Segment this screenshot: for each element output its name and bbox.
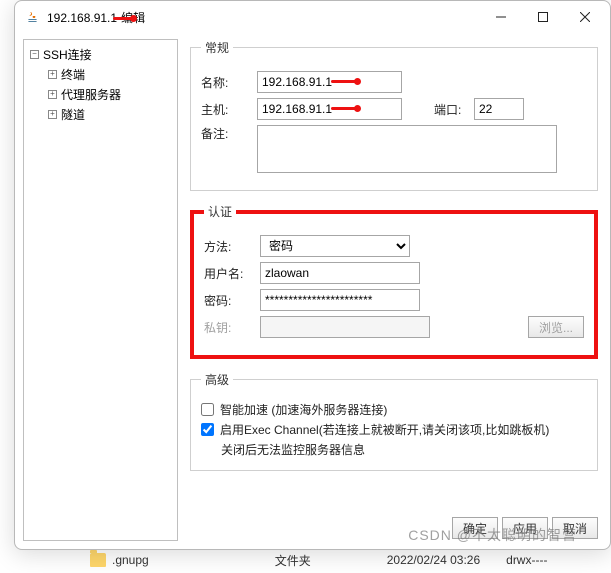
expand-icon[interactable]: + (48, 90, 57, 99)
background-file-row: .gnupg 文件夹 2022/02/24 03:26 drwx---- (0, 547, 611, 573)
advanced-legend: 高级 (201, 371, 233, 388)
titlebar: 192.168.91.1 -编辑 (15, 1, 610, 33)
method-select[interactable]: 密码 (260, 235, 410, 257)
general-group: 常规 名称: 主机: 端口: (190, 39, 598, 191)
username-input[interactable] (260, 262, 420, 284)
tree-root-ssh[interactable]: − SSH连接 (26, 44, 175, 64)
exec-subtext: 关闭后无法监控服务器信息 (221, 441, 587, 458)
maximize-button[interactable] (522, 2, 564, 32)
auth-legend: 认证 (204, 203, 236, 220)
expand-icon[interactable]: + (48, 70, 57, 79)
general-legend: 常规 (201, 39, 233, 56)
user-label: 用户名: (204, 265, 254, 282)
bg-perms: drwx---- (506, 553, 547, 567)
port-label: 端口: (434, 101, 468, 118)
remark-input[interactable] (257, 125, 557, 173)
host-input[interactable] (257, 98, 402, 120)
auth-group: 认证 方法: 密码 用户名: 密码: 私钥: (190, 203, 598, 359)
exec-label: 启用Exec Channel(若连接上就被断开,请关闭该项,比如跳板机) (220, 421, 549, 438)
bg-filename: .gnupg (112, 553, 149, 567)
edit-dialog: 192.168.91.1 -编辑 − SSH连接 + 终端 + 代理服务器 + (14, 0, 611, 550)
accel-checkbox[interactable] (201, 403, 214, 416)
advanced-group: 高级 智能加速 (加速海外服务器连接) 启用Exec Channel(若连接上就… (190, 371, 598, 471)
tree-item-tunnel[interactable]: + 隧道 (26, 104, 175, 124)
pass-label: 密码: (204, 292, 254, 309)
close-button[interactable] (564, 2, 606, 32)
bg-date: 2022/02/24 03:26 (387, 553, 480, 567)
java-icon (25, 9, 41, 25)
collapse-icon[interactable]: − (30, 50, 39, 59)
password-input[interactable] (260, 289, 420, 311)
tree-item-terminal[interactable]: + 终端 (26, 64, 175, 84)
browse-button[interactable]: 浏览... (528, 316, 584, 338)
port-input[interactable] (474, 98, 524, 120)
expand-icon[interactable]: + (48, 110, 57, 119)
ok-button[interactable]: 确定 (452, 517, 498, 539)
privatekey-input (260, 316, 430, 338)
apply-button[interactable]: 应用 (502, 517, 548, 539)
name-input[interactable] (257, 71, 402, 93)
key-label: 私钥: (204, 319, 254, 336)
window-title: 192.168.91.1 -编辑 (47, 9, 480, 26)
remark-label: 备注: (201, 125, 251, 142)
cancel-button[interactable]: 取消 (552, 517, 598, 539)
tree-item-proxy[interactable]: + 代理服务器 (26, 84, 175, 104)
method-label: 方法: (204, 238, 254, 255)
accel-label: 智能加速 (加速海外服务器连接) (220, 401, 387, 418)
nav-tree[interactable]: − SSH连接 + 终端 + 代理服务器 + 隧道 (23, 39, 178, 541)
exec-checkbox[interactable] (201, 423, 214, 436)
host-label: 主机: (201, 101, 251, 118)
bg-filetype: 文件夹 (275, 552, 311, 569)
name-label: 名称: (201, 74, 251, 91)
minimize-button[interactable] (480, 2, 522, 32)
folder-icon (90, 553, 106, 567)
